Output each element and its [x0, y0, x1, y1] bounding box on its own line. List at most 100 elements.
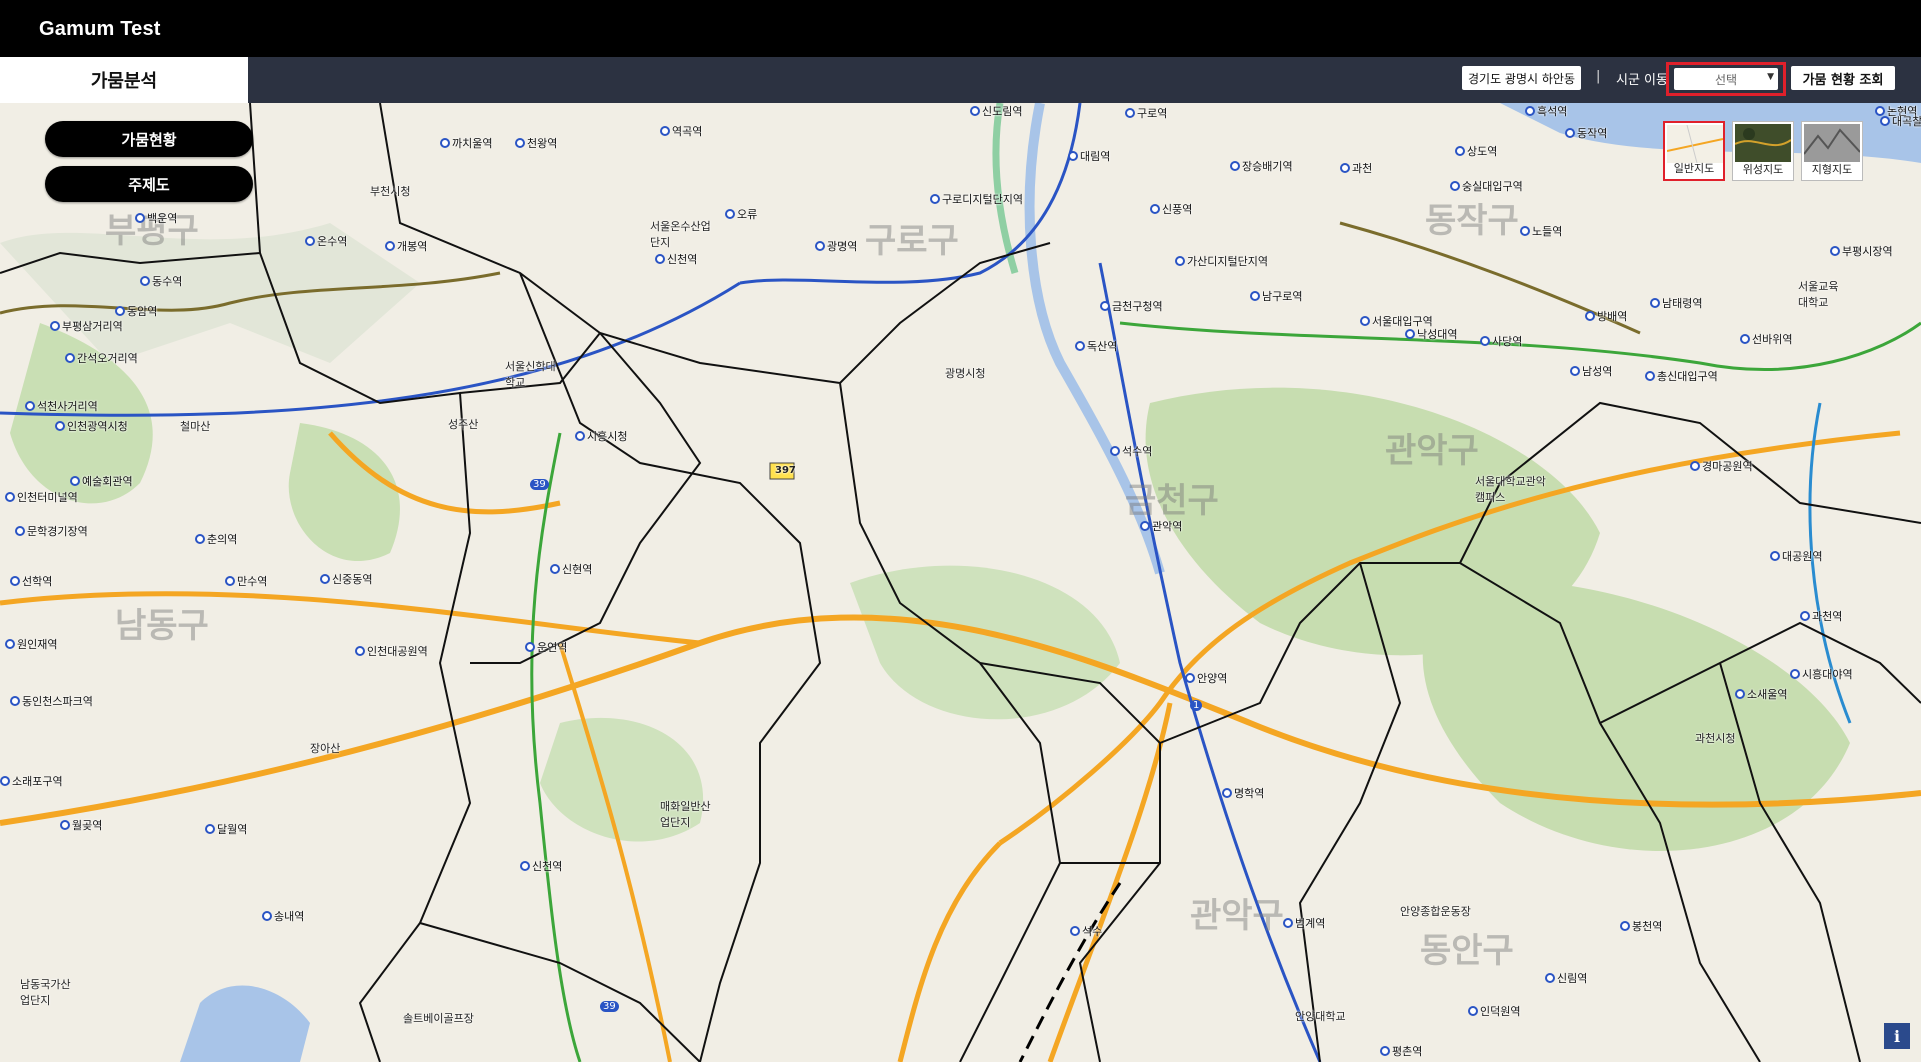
station-label: 숭실대입구역 [1450, 178, 1523, 194]
station-label: 대공원역 [1770, 548, 1822, 564]
station-label: 흑석역 [1525, 103, 1567, 119]
tab-drought-analysis[interactable]: 가뭄분석 [0, 57, 248, 103]
maptype-satellite[interactable]: 위성지도 [1732, 121, 1794, 181]
station-label: 부평삼거리역 [50, 318, 123, 334]
station-label: 과천 [1340, 160, 1372, 176]
maptype-satellite-label: 위성지도 [1742, 163, 1784, 176]
station-label: 달월역 [205, 821, 247, 837]
drought-status-button[interactable]: 가뭄현황 [45, 121, 253, 157]
station-label: 신풍역 [1150, 201, 1192, 217]
place-label: 서울온수산업단지 [650, 220, 711, 249]
theme-map-button[interactable]: 주제도 [45, 166, 253, 202]
station-label: 광명역 [815, 238, 857, 254]
city-select-highlight: 선택 ▼ [1666, 62, 1786, 96]
terrain-map-icon [1804, 124, 1860, 162]
station-label: 구로역 [1125, 105, 1167, 121]
station-label: 신천역 [655, 251, 697, 267]
app-title: Gamum Test [39, 18, 161, 40]
station-label: 석수 [1070, 923, 1102, 939]
chevron-down-icon: ▼ [1767, 72, 1774, 82]
station-label: 대림역 [1068, 148, 1110, 164]
station-label: 소래포구역 [0, 773, 63, 789]
place-label: 과천시청 [1695, 732, 1736, 745]
city-select-value: 선택 [1714, 72, 1738, 87]
station-label: 구로디지털단지역 [930, 191, 1023, 207]
station-label: 인천광역시청 [55, 418, 128, 434]
station-label: 원인재역 [5, 636, 57, 652]
district-label: 구로구 [865, 221, 959, 261]
station-label: 동수역 [140, 273, 182, 289]
map-canvas[interactable]: 부평구 구로구 동작구 관악구 금천구 남동구 관악구 동안구 부천시청 서울온… [0, 103, 1921, 1062]
station-label: 평촌역 [1380, 1043, 1422, 1059]
station-label: 신현역 [550, 561, 592, 577]
station-label: 남태령역 [1650, 295, 1702, 311]
navigation-bar: 가뭄분석 경기도 광명시 하안동 | 시군 이동 선택 ▼ 가뭄 현황 조회 [0, 57, 1921, 103]
station-label: 사당역 [1480, 333, 1522, 349]
station-label: 간석오거리역 [65, 350, 138, 366]
station-label: 독산역 [1075, 338, 1117, 354]
station-label: 신림역 [1545, 970, 1587, 986]
station-label: 동암역 [115, 303, 157, 319]
road-shield: 39 [530, 479, 549, 490]
station-label: 시흥대야역 [1790, 666, 1853, 682]
station-label: 남구로역 [1250, 288, 1302, 304]
station-label: 범계역 [1283, 915, 1325, 931]
city-select[interactable]: 선택 ▼ [1674, 68, 1778, 90]
station-label: 월곶역 [60, 817, 102, 833]
station-label: 만수역 [225, 573, 267, 589]
place-label: 광명시청 [945, 367, 986, 380]
drought-query-button[interactable]: 가뭄 현황 조회 [1791, 66, 1895, 90]
road-shield: 397 [775, 465, 796, 476]
station-label: 과천역 [1800, 608, 1842, 624]
station-label: 신천역 [520, 858, 562, 874]
station-label: 인천대공원역 [355, 643, 428, 659]
station-label: 예술회관역 [70, 473, 133, 489]
place-label: 매화일반산업단지 [660, 800, 711, 829]
general-map-icon [1667, 125, 1723, 163]
station-label: 총신대입구역 [1645, 368, 1718, 384]
station-label: 상도역 [1455, 143, 1497, 159]
station-label: 방배역 [1585, 308, 1627, 324]
station-label: 인덕원역 [1468, 1003, 1520, 1019]
station-label: 백운역 [135, 210, 177, 226]
station-label: 까치울역 [440, 135, 492, 151]
station-label: 금천구청역 [1100, 298, 1163, 314]
station-label: 안양역 [1185, 670, 1227, 686]
station-label: 온수역 [305, 233, 347, 249]
station-label: 역곡역 [660, 123, 702, 139]
place-label: 부천시청 [370, 185, 411, 198]
place-label: 성주산 [448, 418, 479, 431]
district-label: 관악구 [1385, 431, 1479, 471]
place-label: 장아산 [310, 742, 341, 755]
station-label: 천왕역 [515, 135, 557, 151]
station-label: 신중동역 [320, 571, 372, 587]
station-label: 석수역 [1110, 443, 1152, 459]
maptype-terrain[interactable]: 지형지도 [1801, 121, 1863, 181]
station-label: 장승배기역 [1230, 158, 1293, 174]
station-label: 대곡찰청 [1880, 113, 1921, 129]
place-label: 남동국가산업단지 [20, 978, 71, 1007]
nav-separator: | [1596, 69, 1601, 84]
current-location-label: 경기도 광명시 하안동 [1462, 66, 1581, 90]
place-label: 솔트베이골프장 [403, 1012, 474, 1025]
maptype-general[interactable]: 일반지도 [1663, 121, 1725, 181]
station-label: 인천터미널역 [5, 489, 78, 505]
station-label: 소새울역 [1735, 686, 1787, 702]
place-label: 철마산 [180, 420, 211, 433]
district-label: 관악구 [1190, 896, 1284, 936]
station-label: 시흥시청 [575, 428, 627, 444]
station-label: 가산디지털단지역 [1175, 253, 1268, 269]
place-label: 서울교육대학교 [1798, 280, 1839, 309]
maptype-general-label: 일반지도 [1673, 162, 1715, 175]
station-label: 명학역 [1222, 785, 1264, 801]
district-label: 남동구 [115, 606, 209, 646]
district-label: 동안구 [1420, 931, 1514, 971]
place-label: 서울신학대학교 [505, 360, 556, 389]
station-label: 춘의역 [195, 531, 237, 547]
station-label: 문학경기장역 [15, 523, 88, 539]
station-label: 노들역 [1520, 223, 1562, 239]
place-label: 안양대학교 [1295, 1010, 1346, 1023]
maptype-terrain-label: 지형지도 [1811, 163, 1853, 176]
station-label: 송내역 [262, 908, 304, 924]
info-icon[interactable]: i [1884, 1023, 1910, 1049]
